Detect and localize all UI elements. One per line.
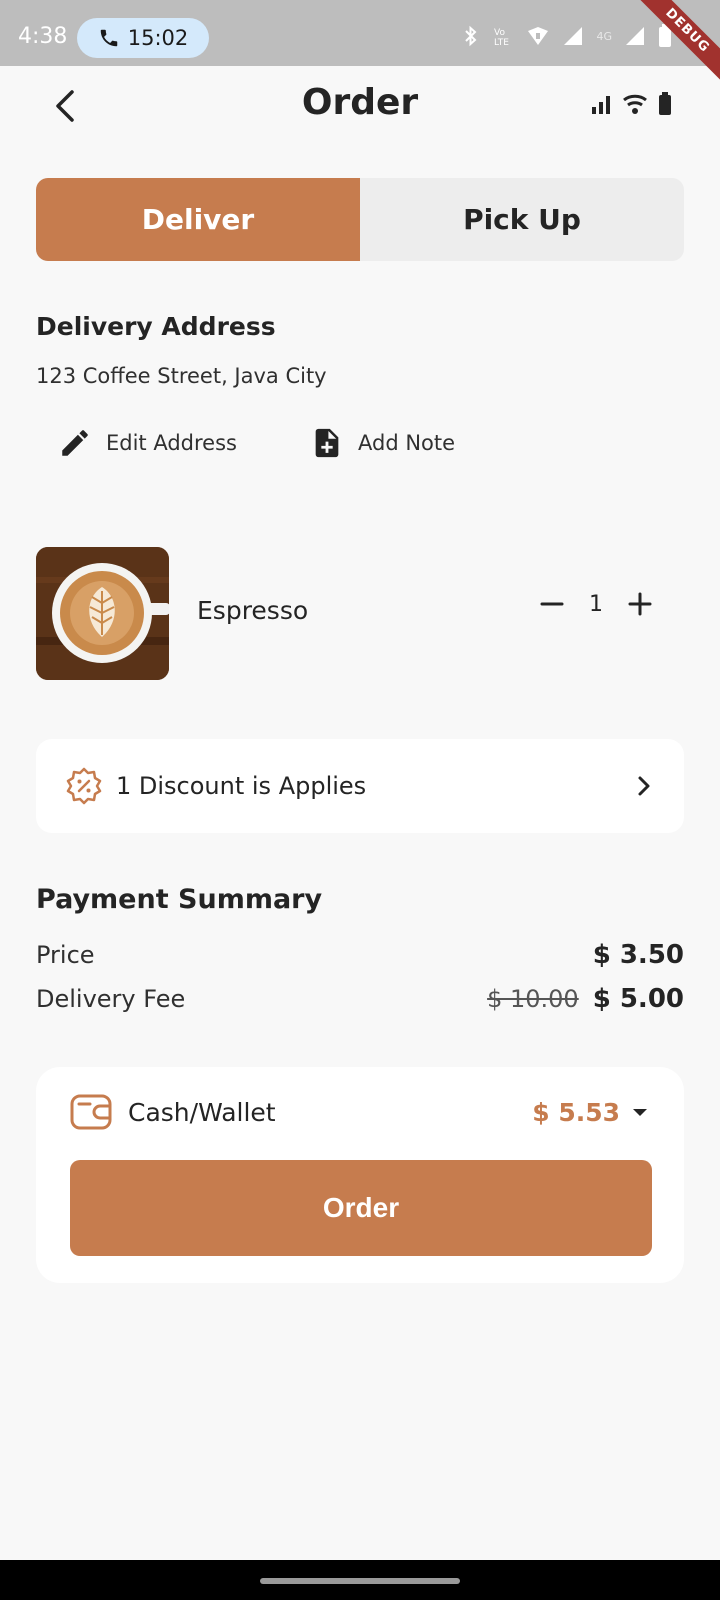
battery-icon	[659, 92, 671, 115]
bluetooth-icon	[465, 25, 477, 47]
payment-card: Cash/Wallet $ 5.53 Order	[36, 1067, 684, 1283]
tab-deliver[interactable]: Deliver	[36, 178, 360, 261]
quantity-stepper: 1	[538, 590, 654, 618]
signal-icon	[564, 27, 583, 45]
app-bar: Order	[0, 66, 720, 146]
discount-card[interactable]: 1 Discount is Applies	[36, 739, 684, 833]
minus-icon[interactable]	[538, 590, 566, 618]
status-icons: Vo LTE 4G	[462, 24, 672, 48]
price-value: $ 3.50	[592, 940, 684, 970]
phone-icon	[100, 29, 117, 47]
add-note-label: Add Note	[358, 431, 456, 455]
edit-address-label: Edit Address	[106, 431, 237, 455]
price-row: Price $ 3.50	[36, 940, 684, 970]
delivery-mode-toggle: Deliver Pick Up	[36, 178, 684, 261]
call-duration: 15:02	[127, 26, 189, 50]
network-label: 4G	[596, 29, 612, 43]
add-note-button[interactable]: Add Note	[310, 426, 455, 460]
wallet-icon	[70, 1094, 112, 1130]
delivery-fee-label: Delivery Fee	[36, 985, 186, 1013]
tab-pickup[interactable]: Pick Up	[360, 178, 684, 261]
pencil-icon	[62, 430, 88, 456]
navigation-bar	[0, 1560, 720, 1600]
delivery-fee-value: $ 5.00	[592, 984, 684, 1014]
signal-icon-2	[626, 27, 644, 45]
price-label: Price	[36, 941, 95, 969]
quantity-value: 1	[589, 591, 603, 617]
delivery-address: 123 Coffee Street, Java City	[36, 364, 327, 388]
espresso-image	[36, 547, 169, 680]
discount-badge-icon	[66, 767, 102, 805]
status-bar: 4:38 15:02 Vo LTE 4G DEBUG	[0, 0, 720, 85]
payment-method-label: Cash/Wallet	[128, 1097, 276, 1127]
wallet-amount: $ 5.53	[532, 1097, 620, 1127]
delivery-address-title: Delivery Address	[36, 312, 276, 341]
order-button[interactable]: Order	[70, 1160, 652, 1256]
status-time: 4:38	[18, 24, 68, 49]
svg-text:Vo: Vo	[494, 28, 505, 38]
delivery-fee-original: $ 10.00	[487, 985, 579, 1013]
hotspot-icon	[528, 27, 549, 45]
call-chip[interactable]: 15:02	[77, 18, 209, 58]
home-gesture-handle[interactable]	[260, 1578, 460, 1584]
caret-down-icon	[633, 1109, 647, 1116]
appbar-status-icons	[590, 92, 672, 116]
discount-label: 1 Discount is Applies	[116, 772, 367, 800]
volte-icon: VoLTE	[494, 28, 509, 47]
payment-summary-title: Payment Summary	[36, 884, 323, 915]
plus-icon[interactable]	[626, 590, 654, 618]
edit-address-button[interactable]: Edit Address	[58, 426, 237, 460]
item-name: Espresso	[197, 596, 309, 625]
delivery-fee-row: Delivery Fee $ 10.00 $ 5.00	[36, 984, 684, 1014]
payment-method-selector[interactable]: Cash/Wallet $ 5.53	[70, 1093, 650, 1131]
wifi-icon	[623, 94, 647, 114]
chevron-right-icon	[638, 776, 650, 796]
svg-text:LTE: LTE	[494, 38, 509, 47]
signal-bars-icon	[592, 96, 610, 114]
note-add-icon	[315, 428, 339, 458]
